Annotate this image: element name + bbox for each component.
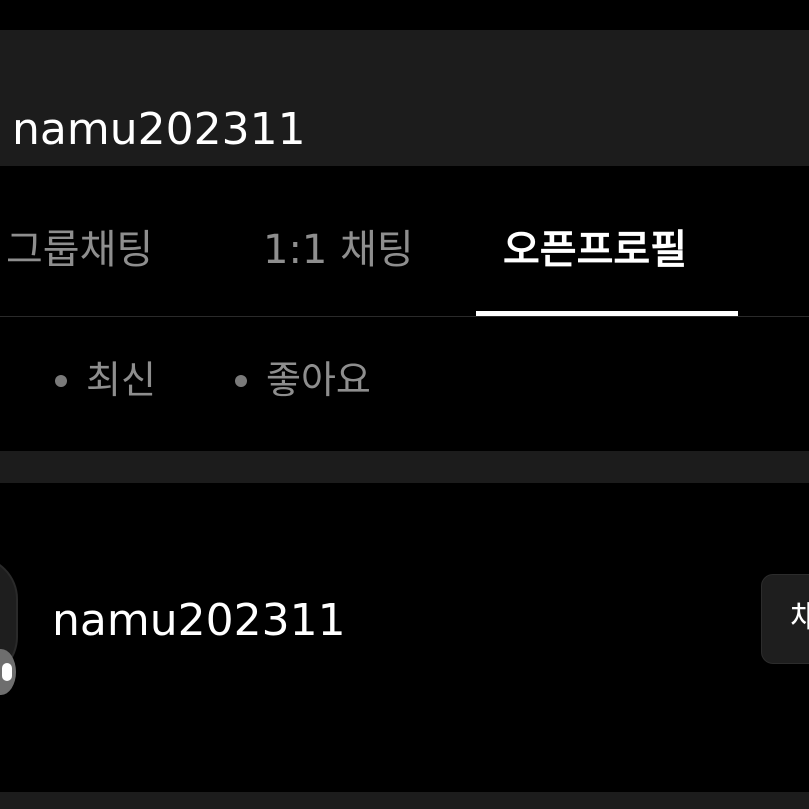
result-profile-name[interactable]: namu202311	[52, 591, 346, 651]
search-query-text[interactable]: namu202311	[12, 100, 306, 160]
top-bar	[0, 0, 809, 30]
sort-latest-option[interactable]: 최신	[86, 354, 156, 406]
sort-likes-dot-icon	[235, 375, 247, 387]
search-bar[interactable]: namu202311	[0, 30, 809, 166]
sort-latest-dot-icon	[55, 375, 67, 387]
bottom-divider	[0, 792, 809, 809]
tab-open-profile[interactable]: 오픈프로필	[503, 222, 687, 278]
open-chat-search-screen: namu202311 그룹채팅 1:1 채팅 오픈프로필 최신 좋아요 namu…	[0, 0, 809, 809]
tab-group-chat[interactable]: 그룹채팅	[6, 222, 153, 278]
tab-one-to-one-chat[interactable]: 1:1 채팅	[263, 222, 414, 278]
chat-button[interactable]: 채	[761, 574, 809, 664]
section-divider	[0, 451, 809, 483]
sort-likes-option[interactable]: 좋아요	[266, 354, 371, 406]
chat-button-label: 채	[790, 595, 809, 639]
